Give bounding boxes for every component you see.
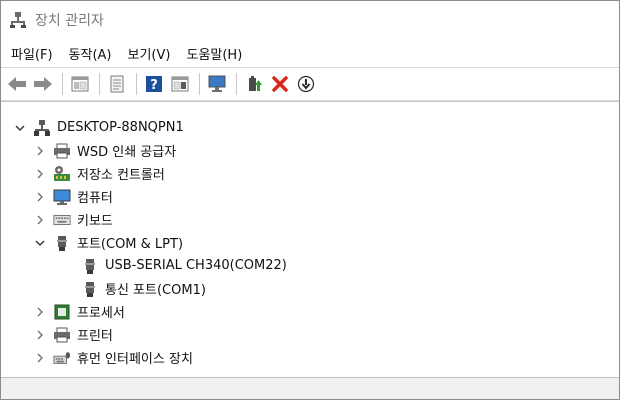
hid-icon	[53, 349, 71, 367]
tree-item-label: 프린터	[77, 329, 113, 344]
disable-device-icon[interactable]	[294, 72, 318, 96]
menu-file[interactable]: 파일(F)	[5, 41, 59, 66]
tree-item-ports[interactable]: 포트(COM & LPT)	[1, 231, 619, 254]
chevron-right-icon[interactable]	[33, 328, 47, 342]
device-tree[interactable]: DESKTOP-88NQPN1 WSD 인쇄 공급자 저장소 컨트롤러 컴퓨터 …	[1, 101, 619, 377]
uninstall-device-icon[interactable]	[268, 72, 292, 96]
svg-text:?: ?	[150, 78, 158, 93]
chevron-right-icon[interactable]	[33, 167, 47, 181]
title-bar: 장치 관리자	[1, 1, 619, 39]
port-icon	[81, 280, 99, 298]
port-icon	[81, 257, 99, 275]
scan-hardware-changes-icon[interactable]	[205, 72, 229, 96]
tree-item-wsd-print-provider[interactable]: WSD 인쇄 공급자	[1, 139, 619, 162]
tree-item-label: 키보드	[77, 214, 113, 229]
chevron-down-icon[interactable]	[33, 236, 47, 250]
toolbar-separator	[62, 73, 63, 95]
tree-item-label: 저장소 컨트롤러	[77, 168, 165, 183]
back-arrow-icon[interactable]	[5, 72, 29, 96]
computer-tower-icon	[33, 119, 51, 137]
menu-view[interactable]: 보기(V)	[122, 41, 177, 66]
toolbar: ?	[1, 67, 619, 101]
toolbar-separator	[136, 73, 137, 95]
tree-item-label: 컴퓨터	[77, 191, 113, 206]
menu-action[interactable]: 동작(A)	[63, 41, 118, 66]
storage-controller-icon	[53, 165, 71, 183]
chevron-right-icon[interactable]	[33, 305, 47, 319]
tree-item-computer[interactable]: 컴퓨터	[1, 185, 619, 208]
port-icon	[53, 234, 71, 252]
processor-icon	[53, 303, 71, 321]
chevron-right-icon[interactable]	[33, 351, 47, 365]
tree-item-label: USB-SERIAL CH340(COM22)	[105, 258, 287, 273]
printer-icon	[53, 142, 71, 160]
toolbar-separator	[99, 73, 100, 95]
window-title: 장치 관리자	[35, 13, 104, 29]
tree-item-keyboard[interactable]: 키보드	[1, 208, 619, 231]
device-manager-window: 장치 관리자 파일(F) 동작(A) 보기(V) 도움말(H) ? DESKTO…	[0, 0, 620, 400]
tree-item-label: 프로세서	[77, 306, 125, 321]
tree-item-label: 통신 포트(COM1)	[105, 283, 206, 298]
tree-item-storage-controllers[interactable]: 저장소 컨트롤러	[1, 162, 619, 185]
keyboard-icon	[53, 211, 71, 229]
tree-item-label: WSD 인쇄 공급자	[77, 145, 177, 160]
tree-item-processors[interactable]: 프로세서	[1, 300, 619, 323]
chevron-right-icon[interactable]	[33, 213, 47, 227]
chevron-right-icon[interactable]	[33, 144, 47, 158]
toolbar-separator	[199, 73, 200, 95]
update-driver-icon[interactable]	[242, 72, 266, 96]
menu-bar: 파일(F) 동작(A) 보기(V) 도움말(H)	[1, 39, 619, 67]
help-icon[interactable]: ?	[142, 72, 166, 96]
tree-item-label: 포트(COM & LPT)	[77, 237, 184, 252]
device-manager-icon	[9, 11, 27, 29]
tree-item-human-interface-devices[interactable]: 휴먼 인터페이스 장치	[1, 346, 619, 369]
properties-icon[interactable]	[105, 72, 129, 96]
toolbar-separator	[236, 73, 237, 95]
status-bar	[1, 377, 619, 399]
chevron-right-icon[interactable]	[33, 190, 47, 204]
tree-item-usb-serial-ch340[interactable]: USB-SERIAL CH340(COM22)	[1, 254, 619, 277]
chevron-down-icon[interactable]	[13, 121, 27, 135]
show-action-pane-icon[interactable]	[168, 72, 192, 96]
printer-icon	[53, 326, 71, 344]
tree-item-label: 휴먼 인터페이스 장치	[77, 352, 193, 367]
tree-root-label: DESKTOP-88NQPN1	[57, 120, 184, 135]
show-hide-console-tree-icon[interactable]	[68, 72, 92, 96]
menu-help[interactable]: 도움말(H)	[180, 41, 248, 66]
tree-root[interactable]: DESKTOP-88NQPN1	[1, 116, 619, 139]
monitor-icon	[53, 188, 71, 206]
tree-item-communications-port[interactable]: 통신 포트(COM1)	[1, 277, 619, 300]
tree-item-printers[interactable]: 프린터	[1, 323, 619, 346]
forward-arrow-icon[interactable]	[31, 72, 55, 96]
